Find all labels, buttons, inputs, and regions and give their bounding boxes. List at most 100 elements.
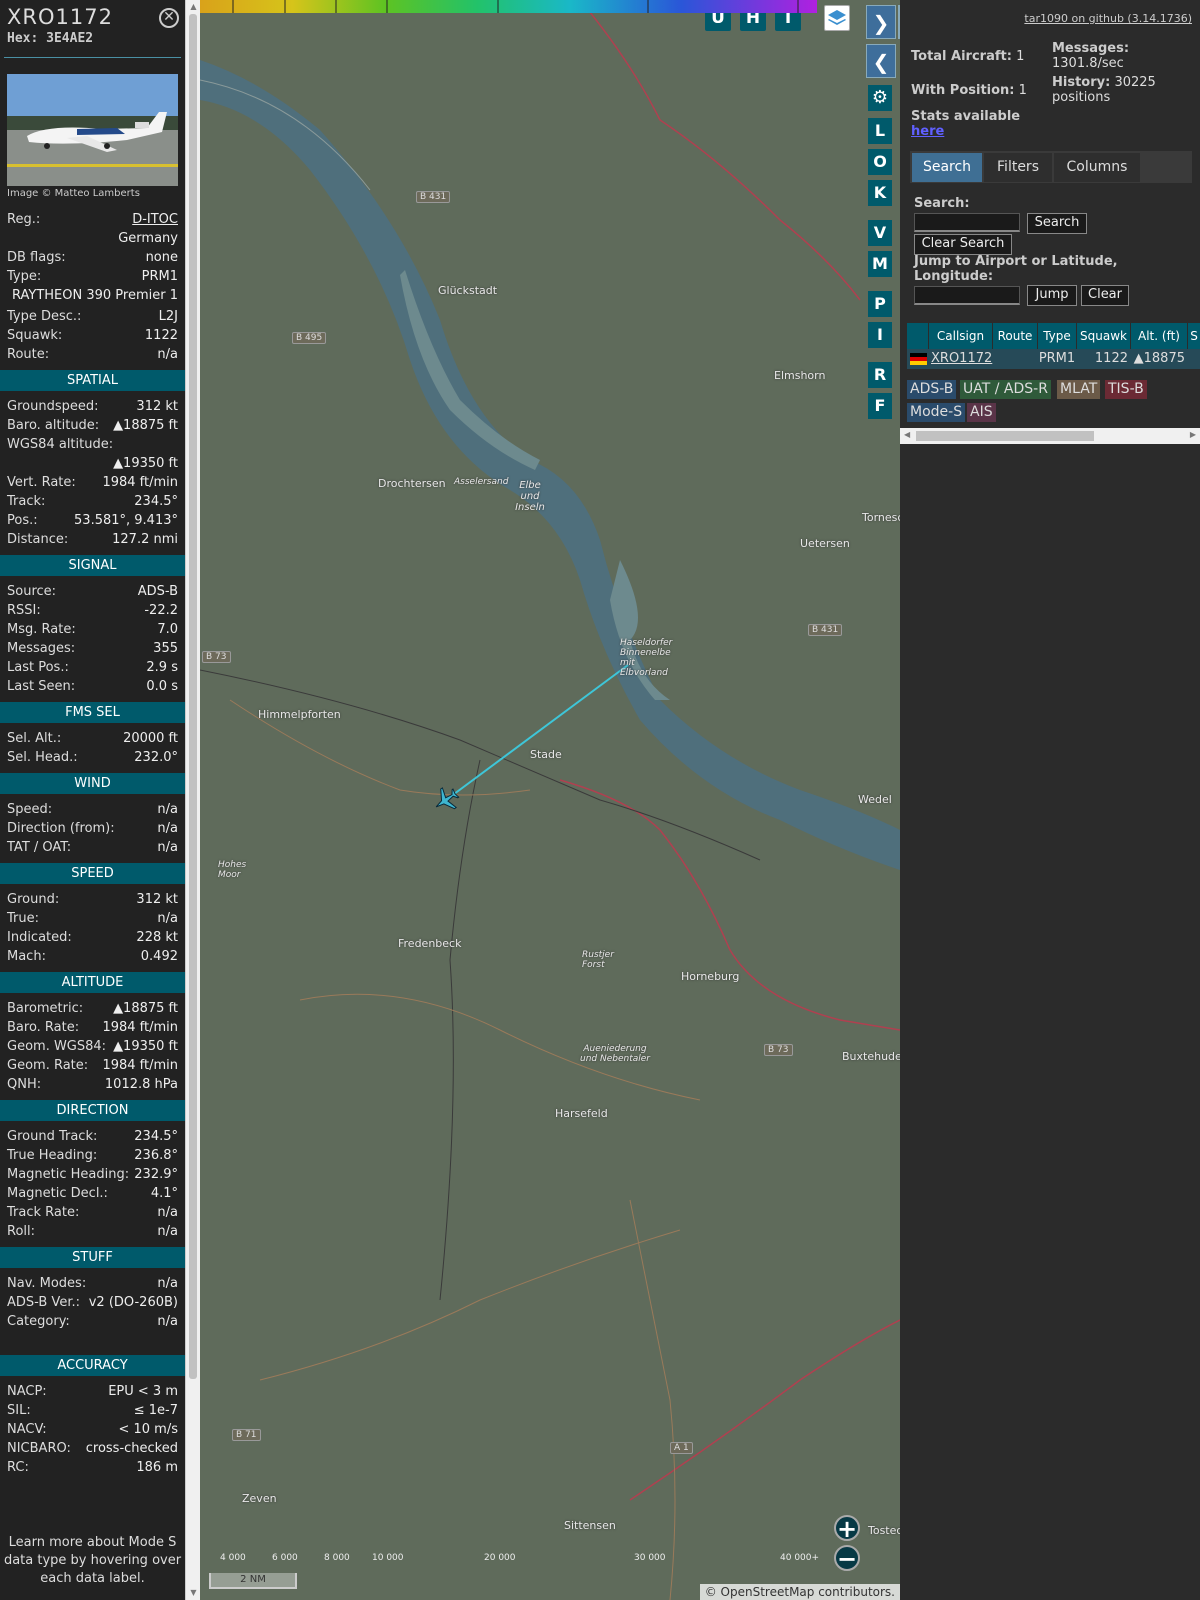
section-stuff: STUFF: [0, 1247, 185, 1268]
toggle-k-button[interactable]: K: [868, 180, 892, 206]
accuracy-row: RC: 186 m: [0, 1458, 185, 1477]
section-wind: WIND: [0, 773, 185, 794]
collapse-sidebar-button[interactable]: ❮: [866, 44, 896, 78]
row-label: Msg. Rate:: [7, 622, 76, 637]
road-badge: B 431: [416, 191, 451, 203]
toggle-p-button[interactable]: P: [868, 291, 892, 317]
zoom-out-button[interactable]: −: [834, 1545, 860, 1571]
row-label: Track Rate:: [7, 1205, 80, 1220]
wind-row: TAT / OAT: n/a: [0, 838, 185, 857]
table-cell-callsign[interactable]: XRO1172: [931, 349, 993, 369]
row-value: n/a: [157, 1205, 178, 1220]
chevron-right-icon: ❯: [872, 11, 890, 35]
speed-rows: Ground: 312 kt True: n/a Indicated: 228 kt Mac…: [0, 890, 185, 966]
horizontal-scroll-thumb[interactable]: [916, 431, 1094, 441]
row-label: Direction (from):: [7, 821, 115, 836]
table-header-squawk[interactable]: Squawk: [1077, 323, 1130, 349]
row-value: n/a: [157, 802, 178, 817]
row-value: 1984 ft/min: [102, 1020, 178, 1035]
selected-hex: Hex: 3E4AE2: [7, 31, 94, 46]
search-button[interactable]: Search: [1027, 213, 1087, 234]
expand-panel-button[interactable]: ❯: [866, 5, 896, 39]
table-header-type[interactable]: Type: [1038, 323, 1076, 349]
with-position-stat: With Position: 1: [911, 83, 1027, 98]
map-scale: 2 NM: [209, 1573, 297, 1589]
chevron-left-icon: ❮: [872, 50, 890, 74]
road-badge: B 495: [292, 332, 327, 344]
row-value: 53.581°, 9.413°: [74, 513, 178, 528]
row-label: Sel. Head.:: [7, 750, 78, 765]
section-direction: DIRECTION: [0, 1100, 185, 1121]
toggle-v-button[interactable]: V: [868, 220, 892, 246]
sidebar-scrollbar[interactable]: ▲ ▼: [185, 0, 200, 1600]
map-view[interactable]: Glückstadt Elmshorn Drochtersen Uetersen…: [200, 0, 900, 1600]
zoom-in-button[interactable]: +: [834, 1515, 860, 1541]
table-horizontal-scrollbar[interactable]: ◀ ▶: [900, 428, 1200, 444]
wind-row: Speed: n/a: [0, 800, 185, 819]
row-label: Mach:: [7, 949, 46, 964]
map-label: Zeven: [242, 1492, 277, 1505]
table-header-callsign[interactable]: Callsign: [929, 323, 992, 349]
spatial-rows: Groundspeed: 312 kt Baro. altitude: ▲18875 …: [0, 397, 185, 549]
map-label: Elmshorn: [774, 369, 826, 382]
table-header-route[interactable]: Route: [993, 323, 1037, 349]
layers-button[interactable]: [824, 5, 850, 31]
toggle-l-button[interactable]: L: [868, 118, 892, 144]
row-label: Groundspeed:: [7, 399, 99, 414]
row-value: 1012.8 hPa: [104, 1077, 178, 1092]
detail-row: Germany: [118, 231, 178, 246]
toggle-m-button[interactable]: M: [868, 251, 892, 277]
detail-row: Reg.: D-ITOC: [7, 210, 178, 229]
github-link[interactable]: tar1090 on github (3.14.1736): [1024, 12, 1192, 25]
scroll-down-icon[interactable]: ▼: [188, 1588, 199, 1597]
table-header-speed[interactable]: S: [1188, 323, 1200, 349]
row-value: -22.2: [144, 603, 178, 618]
tab-search[interactable]: Search: [912, 153, 982, 182]
speed-row: Indicated: 228 kt: [0, 928, 185, 947]
toggle-o-button[interactable]: O: [868, 149, 892, 175]
accuracy-row: NACV: < 10 m/s: [0, 1420, 185, 1439]
tab-columns[interactable]: Columns: [1054, 153, 1140, 182]
layers-icon: [828, 10, 846, 25]
scrollbar-thumb[interactable]: [189, 14, 197, 1379]
row-value: 20000 ft: [123, 731, 178, 746]
spatial-row: Groundspeed: 312 kt: [0, 397, 185, 416]
aircraft-photo[interactable]: [7, 74, 178, 186]
map-label: Fredenbeck: [398, 937, 462, 950]
toggle-i-button[interactable]: I: [868, 322, 892, 348]
toggle-r-button[interactable]: R: [868, 362, 892, 388]
row-value: 7.0: [157, 622, 178, 637]
jump-button[interactable]: Jump: [1027, 285, 1077, 306]
tab-filters[interactable]: Filters: [984, 153, 1052, 182]
table-header-altitude[interactable]: Alt. (ft): [1131, 323, 1187, 349]
row-label: Ground Track:: [7, 1129, 98, 1144]
toggle-f-button[interactable]: F: [868, 393, 892, 419]
jump-input[interactable]: [914, 286, 1020, 305]
map-label: Rustjer Forst: [582, 950, 614, 970]
map-background: [200, 0, 900, 1600]
row-value: ▲19350 ft: [113, 456, 178, 471]
row-value: 355: [153, 641, 178, 656]
scroll-right-icon: ▶: [1189, 430, 1196, 439]
stats-available: Stats available: [911, 109, 1021, 124]
section-speed: SPEED: [0, 863, 185, 884]
close-icon[interactable]: ✕: [159, 8, 179, 28]
map-label: Glückstadt: [438, 284, 498, 297]
direction-row: Track Rate: n/a: [0, 1203, 185, 1222]
spatial-row: Track: 234.5°: [0, 492, 185, 511]
altitude-rows: Barometric: ▲18875 ft Baro. Rate: 1984 ft/m…: [0, 999, 185, 1094]
map-attribution[interactable]: © OpenStreetMap contributors.: [699, 1584, 900, 1600]
clear-button[interactable]: Clear: [1081, 285, 1129, 306]
settings-button[interactable]: ⚙: [868, 85, 892, 111]
fms-row: Sel. Head.: 232.0°: [0, 748, 185, 767]
stats-link[interactable]: here: [911, 124, 944, 139]
spatial-row: WGS84 altitude:: [0, 435, 185, 454]
altitude-row: Geom. Rate: 1984 ft/min: [0, 1056, 185, 1075]
row-label: NACV:: [7, 1422, 47, 1437]
clear-search-button[interactable]: Clear Search: [914, 234, 1012, 255]
search-input[interactable]: [914, 213, 1020, 232]
photo-credit: Image © Matteo Lamberts: [7, 188, 140, 199]
registration-link[interactable]: D-ITOC: [132, 210, 178, 229]
scroll-up-icon[interactable]: ▲: [188, 2, 199, 11]
signal-row: RSSI: -22.2: [0, 601, 185, 620]
